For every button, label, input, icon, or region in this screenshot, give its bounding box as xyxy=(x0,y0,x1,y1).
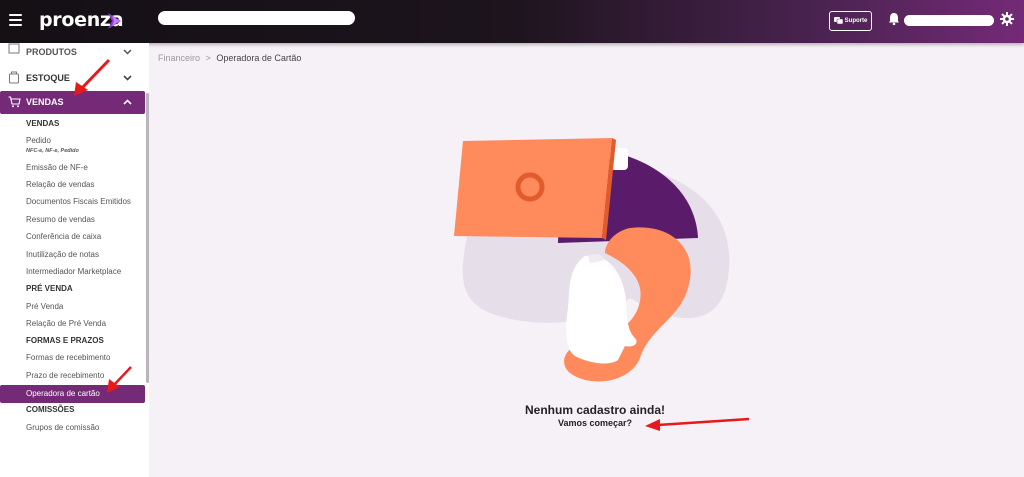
sidebar-item-intermediador[interactable]: Intermediador Marketplace xyxy=(26,267,121,276)
breadcrumb-current: Operadora de Cartão xyxy=(216,53,302,63)
support-button[interactable]: Suporte xyxy=(829,11,872,31)
breadcrumb-separator: > xyxy=(205,53,211,63)
cart-icon xyxy=(8,96,21,108)
sidebar-item-documentos-fiscais[interactable]: Documentos Fiscais Emitidos xyxy=(26,197,131,206)
sidebar-item-inutilizacao[interactable]: Inutilização de notas xyxy=(26,250,99,259)
sidebar-item-prazo-recebimento[interactable]: Prazo de recebimento xyxy=(26,371,104,380)
sidebar-item-emissao-nfe[interactable]: Emissão de NF-e xyxy=(26,163,88,172)
empty-state-subtitle[interactable]: Vamos começar? xyxy=(480,418,710,428)
logo-arrow-icon xyxy=(108,13,121,29)
support-label: Suporte xyxy=(844,18,868,24)
gear-icon[interactable] xyxy=(1000,12,1014,26)
section-formas-prazos: FORMAS E PRAZOS xyxy=(26,336,104,345)
sidebar-item-estoque[interactable]: ESTOQUE xyxy=(0,70,145,86)
sidebar-item-vendas[interactable]: VENDAS xyxy=(0,91,145,114)
empty-state-illustration xyxy=(454,138,730,382)
chat-icon xyxy=(833,17,843,25)
sidebar-item-pedido[interactable]: Pedido xyxy=(26,136,51,145)
empty-state-title: Nenhum cadastro ainda! xyxy=(524,403,666,417)
sidebar-item-resumo-vendas[interactable]: Resumo de vendas xyxy=(26,215,95,224)
sidebar-item-relacao-vendas[interactable]: Relação de vendas xyxy=(26,180,95,189)
company-name: ████ ████ ██████ ████████ ██████ xyxy=(158,11,355,25)
sidebar-item-grupos-comissao[interactable]: Grupos de comissão xyxy=(26,423,99,432)
chevron-down-icon xyxy=(123,49,132,55)
sidebar-item-produtos[interactable]: PRODUTOS xyxy=(0,43,145,61)
sidebar-item-pre-venda[interactable]: Pré Venda xyxy=(26,302,63,311)
sidebar-item-formas-recebimento[interactable]: Formas de recebimento xyxy=(26,353,110,362)
sidebar-item-relacao-pre-venda[interactable]: Relação de Pré Venda xyxy=(26,319,106,328)
package-icon xyxy=(9,71,19,84)
breadcrumb-parent[interactable]: Financeiro xyxy=(158,53,200,63)
sidebar-item-conferencia-caixa[interactable]: Conferência de caixa xyxy=(26,232,101,241)
box-icon xyxy=(8,43,20,54)
hamburger-menu-icon[interactable] xyxy=(9,14,22,26)
breadcrumb: Financeiro > Operadora de Cartão xyxy=(158,53,301,63)
sidebar: PRODUTOS ESTOQUE VENDAS VENDAS Pedido NF… xyxy=(0,43,149,477)
bell-icon[interactable] xyxy=(888,12,900,25)
section-comissoes: COMISSÕES xyxy=(26,405,75,414)
sidebar-item-operadora-cartao[interactable]: Operadora de cartão xyxy=(0,385,145,403)
pedido-note: NFC-e, NF-e, Pedido xyxy=(26,148,79,154)
section-pre-venda: PRÉ VENDA xyxy=(26,284,73,293)
chevron-down-icon xyxy=(123,75,132,81)
chevron-up-icon xyxy=(123,99,132,105)
sidebar-scrollbar[interactable] xyxy=(146,93,149,383)
section-vendas: VENDAS xyxy=(26,119,60,128)
user-name[interactable]: ████████████████ xyxy=(904,15,994,26)
top-bar: proenza ████ ████ ██████ ████████ ██████… xyxy=(0,0,1024,43)
